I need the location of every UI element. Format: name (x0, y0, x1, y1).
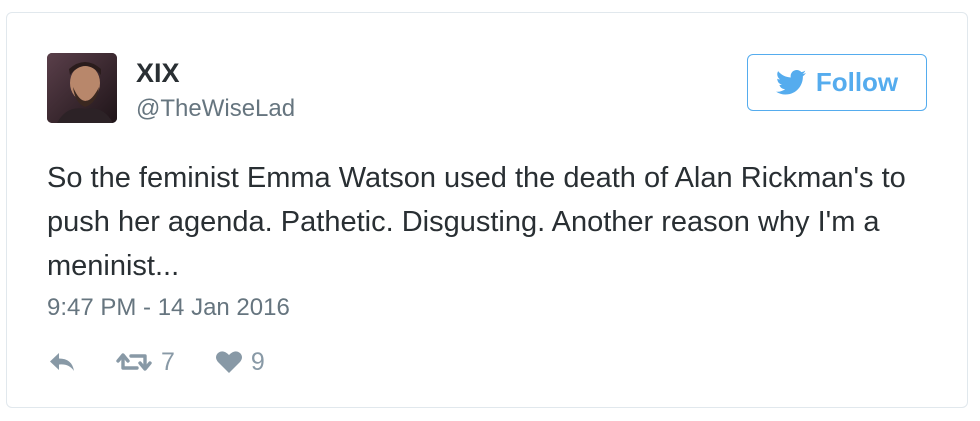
tweet-text: So the feminist Emma Watson used the dea… (47, 162, 906, 282)
like-count: 9 (250, 347, 265, 376)
retweet-icon (116, 353, 152, 371)
reply-icon (50, 353, 74, 371)
follow-button[interactable]: Follow (747, 54, 927, 111)
heart-icon (215, 351, 242, 373)
follow-label: Follow (815, 67, 899, 97)
avatar[interactable] (47, 53, 117, 123)
tweet-timestamp[interactable]: 9:47 PM - 14 Jan 2016 (47, 293, 290, 323)
twitter-bird-icon (775, 70, 806, 95)
user-avatar-photo (47, 53, 117, 123)
retweet-button[interactable]: 7 (115, 348, 175, 377)
display-name[interactable]: XIX (136, 57, 180, 89)
retweet-count: 7 (161, 347, 175, 376)
tweet-actions: 7 9 (47, 345, 265, 379)
tweet-card: XIX @TheWiseLad Follow So the feminist E… (6, 12, 968, 408)
user-handle[interactable]: @TheWiseLad (136, 95, 295, 123)
like-button[interactable]: 9 (215, 348, 265, 377)
reply-button[interactable] (47, 350, 77, 374)
